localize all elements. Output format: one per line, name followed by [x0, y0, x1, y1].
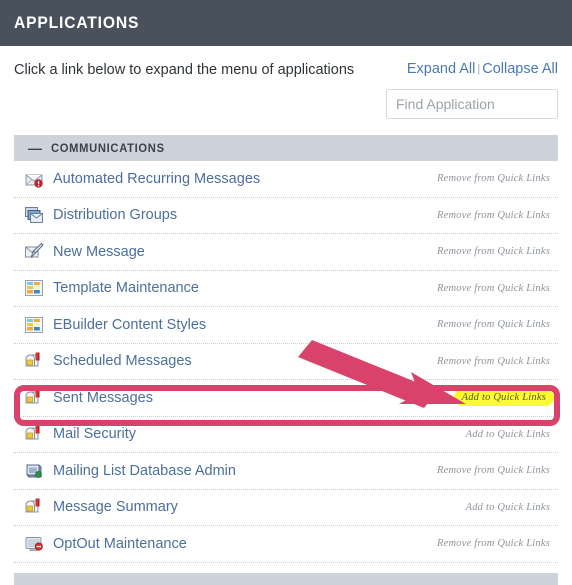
quick-links-action[interactable]: Remove from Quick Links — [433, 536, 554, 551]
quick-links-action[interactable]: Remove from Quick Links — [433, 281, 554, 296]
application-link[interactable]: New Message — [53, 244, 433, 260]
application-row-optout-maintenance[interactable]: OptOut Maintenance Remove from Quick Lin… — [14, 526, 558, 563]
quick-links-action[interactable]: Remove from Quick Links — [433, 244, 554, 259]
application-row-mailing-list-database-admin[interactable]: Mailing List Database Admin Remove from … — [14, 453, 558, 490]
application-row-automated-recurring-messages[interactable]: Automated Recurring Messages Remove from… — [14, 161, 558, 198]
application-link[interactable]: Mailing List Database Admin — [53, 463, 433, 479]
intro-row: Click a link below to expand the menu of… — [0, 46, 572, 119]
application-link[interactable]: Distribution Groups — [53, 207, 433, 223]
section-header-communications[interactable]: — COMMUNICATIONS — [14, 135, 558, 161]
application-link[interactable]: Sent Messages — [53, 390, 454, 406]
find-application-wrap — [370, 89, 558, 119]
quick-links-action[interactable]: Remove from Quick Links — [433, 463, 554, 478]
application-row-sent-messages[interactable]: Sent Messages Add to Quick Links — [14, 380, 558, 417]
template-grid-icon — [24, 278, 44, 298]
mailbox-icon — [24, 497, 44, 517]
template-grid-icon — [24, 315, 44, 335]
application-row-new-message[interactable]: New Message Remove from Quick Links — [14, 234, 558, 271]
intro-instruction: Click a link below to expand the menu of… — [14, 62, 355, 78]
application-row-distribution-groups[interactable]: Distribution Groups Remove from Quick Li… — [14, 198, 558, 234]
quick-links-action[interactable]: Remove from Quick Links — [433, 317, 554, 332]
mailbox-icon — [24, 388, 44, 408]
quick-links-action[interactable]: Add to Quick Links — [462, 500, 554, 515]
app-header: APPLICATIONS — [0, 0, 572, 46]
application-row-mail-security[interactable]: Mail Security Add to Quick Links — [14, 417, 558, 453]
application-link[interactable]: Template Maintenance — [53, 280, 433, 296]
mailbox-icon — [24, 424, 44, 444]
top-links-column: Expand All | Collapse All — [370, 60, 558, 119]
quick-links-action[interactable]: Remove from Quick Links — [433, 171, 554, 186]
expand-all-link[interactable]: Expand All — [407, 61, 476, 77]
application-row-ebuilder-content-styles[interactable]: EBuilder Content Styles Remove from Quic… — [14, 307, 558, 344]
quick-links-action[interactable]: Remove from Quick Links — [433, 354, 554, 369]
find-application-input[interactable] — [386, 89, 558, 119]
application-link[interactable]: EBuilder Content Styles — [53, 317, 433, 333]
application-row-message-summary[interactable]: Message Summary Add to Quick Links — [14, 490, 558, 526]
quick-links-action[interactable]: Add to Quick Links — [462, 427, 554, 442]
optout-icon — [24, 534, 44, 554]
collapse-all-link[interactable]: Collapse All — [482, 61, 558, 77]
application-list: Automated Recurring Messages Remove from… — [14, 161, 558, 563]
application-link[interactable]: Message Summary — [53, 499, 462, 515]
quick-links-action[interactable]: Add to Quick Links — [453, 389, 554, 407]
section-title: COMMUNICATIONS — [51, 141, 165, 155]
application-link[interactable]: OptOut Maintenance — [53, 536, 433, 552]
collapse-toggle-icon[interactable]: — — [28, 141, 42, 155]
distribution-groups-icon — [24, 205, 44, 225]
quick-links-action[interactable]: Remove from Quick Links — [433, 208, 554, 223]
application-row-scheduled-messages[interactable]: Scheduled Messages Remove from Quick Lin… — [14, 344, 558, 380]
new-message-icon — [24, 242, 44, 262]
envelope-alert-icon — [24, 169, 44, 189]
communications-section: — COMMUNICATIONS Automated Recurring Mes… — [14, 135, 558, 563]
page-title: APPLICATIONS — [14, 13, 140, 32]
bottom-section-bar — [14, 573, 558, 585]
mailbox-icon — [24, 351, 44, 371]
application-link[interactable]: Scheduled Messages — [53, 353, 433, 369]
application-link[interactable]: Mail Security — [53, 426, 462, 442]
database-admin-icon — [24, 461, 44, 481]
application-row-template-maintenance[interactable]: Template Maintenance Remove from Quick L… — [14, 271, 558, 307]
application-link[interactable]: Automated Recurring Messages — [53, 171, 433, 187]
